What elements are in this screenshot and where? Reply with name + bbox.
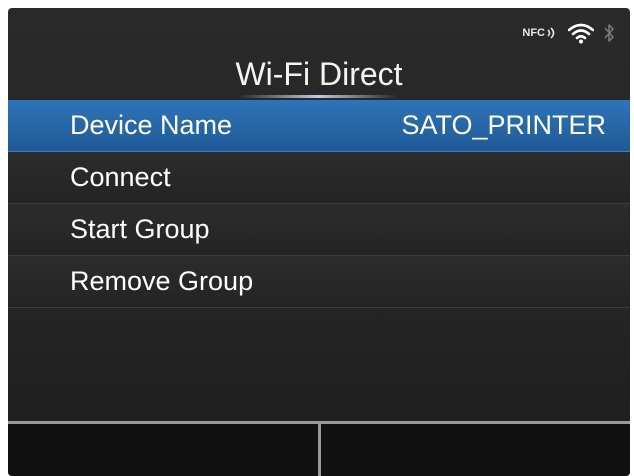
menu-item-label: Start Group	[70, 214, 210, 244]
menu-list: Device Name SATO_PRINTER Connect Start G…	[8, 100, 630, 412]
nfc-label: NFC	[522, 27, 545, 39]
menu-item-remove-group[interactable]: Remove Group	[8, 256, 630, 308]
menu-item-label: Remove Group	[70, 266, 254, 296]
softkey-right[interactable]	[317, 421, 630, 476]
printer-display: NFC Wi-Fi Direct Device Name SATO_PRINTE…	[8, 8, 630, 476]
device-name-value: SATO_PRINTER	[401, 110, 606, 140]
wifi-icon	[568, 23, 594, 44]
menu-empty-area	[8, 308, 630, 412]
status-bar: NFC	[522, 16, 614, 50]
title-underline	[238, 95, 398, 98]
softkey-left[interactable]	[8, 421, 318, 476]
bluetooth-icon	[604, 24, 614, 42]
nfc-icon: NFC	[522, 26, 558, 40]
page-title: Wi-Fi Direct	[235, 56, 403, 92]
menu-item-label: Connect	[70, 162, 171, 192]
menu-item-connect[interactable]: Connect	[8, 152, 630, 204]
menu-item-label: Device Name	[70, 110, 233, 140]
menu-item-device-name[interactable]: Device Name SATO_PRINTER	[8, 100, 630, 152]
menu-item-start-group[interactable]: Start Group	[8, 204, 630, 256]
softkey-bar	[8, 421, 630, 476]
